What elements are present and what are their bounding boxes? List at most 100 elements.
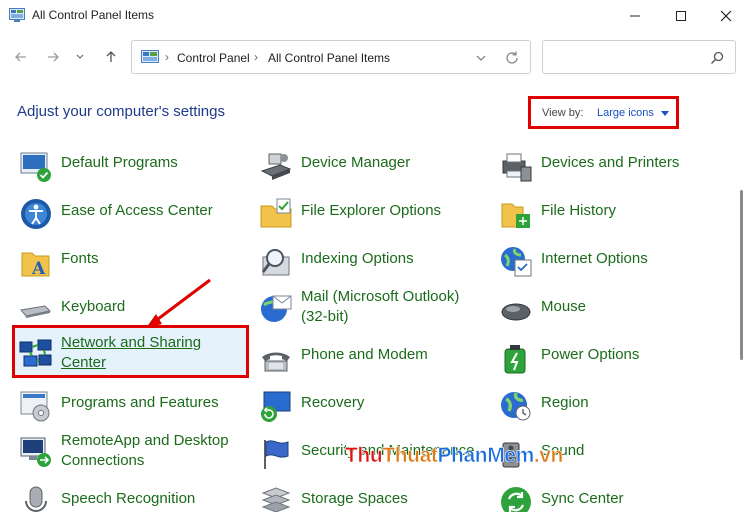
sync-icon [501, 487, 531, 512]
item-device-manager[interactable]: Device Manager [259, 145, 489, 189]
default-programs-icon [20, 152, 51, 182]
search-box[interactable] [542, 40, 736, 74]
item-label: Internet Options [541, 250, 648, 267]
arrow-left-icon [15, 52, 26, 62]
storage-icon [261, 487, 291, 512]
item-label: Devices and Printers [541, 154, 680, 171]
maximize-button[interactable] [658, 0, 704, 32]
window-title: All Control Panel Items [32, 8, 155, 22]
phone-icon [262, 352, 290, 372]
item-file-explorer-options[interactable]: File Explorer Options [259, 193, 489, 237]
item-label: Storage Spaces [301, 490, 408, 507]
item-label: Sync Center [541, 490, 624, 507]
item-speech-recognition[interactable]: Speech Recognition [19, 481, 239, 512]
flag-icon [264, 440, 289, 469]
item-label: Speech Recognition [61, 490, 196, 507]
item-mail[interactable]: Mail (Microsoft Outlook) (32-bit) [259, 287, 489, 331]
item-label: Phone and Modem [301, 346, 428, 363]
annotation-arrow-icon [146, 278, 211, 328]
mouse-icon [501, 303, 531, 321]
remoteapp-icon [20, 437, 51, 467]
item-label: Region [541, 394, 589, 411]
item-recovery[interactable]: Recovery [259, 385, 489, 429]
search-icon[interactable] [709, 50, 725, 66]
item-label: File History [541, 202, 617, 219]
file-history-icon [501, 203, 530, 228]
microphone-icon [25, 486, 47, 512]
item-label: Device Manager [301, 154, 411, 171]
fonts-icon: A [21, 252, 50, 279]
item-label: File Explorer Options [301, 202, 442, 219]
control-panel-icon [9, 8, 25, 22]
caret-down-icon [661, 111, 669, 116]
forward-button[interactable] [41, 45, 65, 69]
item-remoteapp[interactable]: RemoteApp and Desktop Connections [19, 431, 239, 475]
item-region[interactable]: Region [499, 385, 734, 429]
item-label: Ease of Access Center [61, 202, 213, 219]
title-bar: All Control Panel Items [0, 0, 749, 32]
item-label: Programs and Features [61, 394, 219, 411]
item-programs-features[interactable]: Programs and Features [19, 385, 239, 429]
item-label: Fonts [61, 250, 99, 267]
internet-options-icon [501, 247, 532, 277]
arrow-up-icon [106, 51, 116, 62]
chevron-down-icon[interactable] [472, 49, 490, 67]
item-label: Recovery [301, 394, 365, 411]
view-by-control[interactable]: View by: Large icons [528, 96, 679, 129]
scrollbar-thumb[interactable] [740, 190, 743, 360]
view-by-label: View by: [542, 107, 584, 119]
recovery-icon [261, 391, 291, 422]
maximize-icon [676, 11, 686, 21]
breadcrumb-control-panel[interactable]: Control Panel [177, 51, 250, 65]
close-button[interactable] [703, 0, 749, 32]
item-power-options[interactable]: Power Options [499, 337, 734, 381]
item-default-programs[interactable]: Default Programs [19, 145, 239, 189]
watermark-logo: ThuThuatPhanMem.vn [345, 444, 564, 468]
item-label: Power Options [541, 346, 640, 363]
item-sync-center[interactable]: Sync Center [499, 481, 734, 512]
highlight-frame [12, 325, 249, 378]
indexing-icon [261, 249, 290, 276]
view-by-dropdown[interactable]: Large icons [597, 107, 654, 119]
breadcrumb-separator-icon: › [165, 50, 169, 64]
item-file-history[interactable]: File History [499, 193, 734, 237]
item-label: Default Programs [61, 154, 178, 171]
folder-options-icon [260, 198, 292, 228]
item-label: RemoteApp and Desktop Connections [61, 432, 229, 469]
control-panel-icon [141, 50, 159, 63]
chevron-down-icon [76, 54, 84, 59]
device-manager-icon [260, 153, 292, 180]
item-label: Indexing Options [301, 250, 414, 267]
breadcrumb-separator-icon: › [254, 50, 258, 64]
address-bar[interactable]: › Control Panel › All Control Panel Item… [131, 40, 531, 74]
up-button[interactable] [99, 45, 123, 69]
mail-icon [261, 295, 292, 322]
minimize-icon [630, 15, 640, 17]
globe-icon [501, 392, 531, 421]
item-devices-printers[interactable]: Devices and Printers [499, 145, 734, 189]
item-storage-spaces[interactable]: Storage Spaces [259, 481, 489, 512]
programs-features-icon [20, 391, 50, 422]
item-internet-options[interactable]: Internet Options [499, 241, 734, 285]
arrow-right-icon [48, 52, 59, 62]
item-phone-modem[interactable]: Phone and Modem [259, 337, 489, 381]
back-button[interactable] [9, 45, 33, 69]
printer-icon [502, 153, 532, 182]
item-mouse[interactable]: Mouse [499, 289, 734, 333]
svg-text:A: A [31, 259, 46, 279]
item-label: Keyboard [61, 298, 126, 315]
navigation-bar: › Control Panel › All Control Panel Item… [0, 32, 749, 82]
minimize-button[interactable] [612, 0, 658, 32]
item-indexing-options[interactable]: Indexing Options [259, 241, 489, 285]
close-icon [720, 10, 732, 22]
ease-of-access-icon [21, 199, 51, 229]
keyboard-icon [20, 305, 52, 318]
item-label: Mouse [541, 298, 587, 315]
page-title: Adjust your computer's settings [17, 103, 225, 120]
breadcrumb-all-items[interactable]: All Control Panel Items [268, 51, 390, 65]
power-icon [504, 345, 526, 374]
refresh-icon[interactable] [502, 48, 522, 68]
item-ease-of-access[interactable]: Ease of Access Center [19, 193, 239, 237]
search-input[interactable] [547, 46, 697, 68]
recent-locations-button[interactable] [72, 45, 88, 69]
